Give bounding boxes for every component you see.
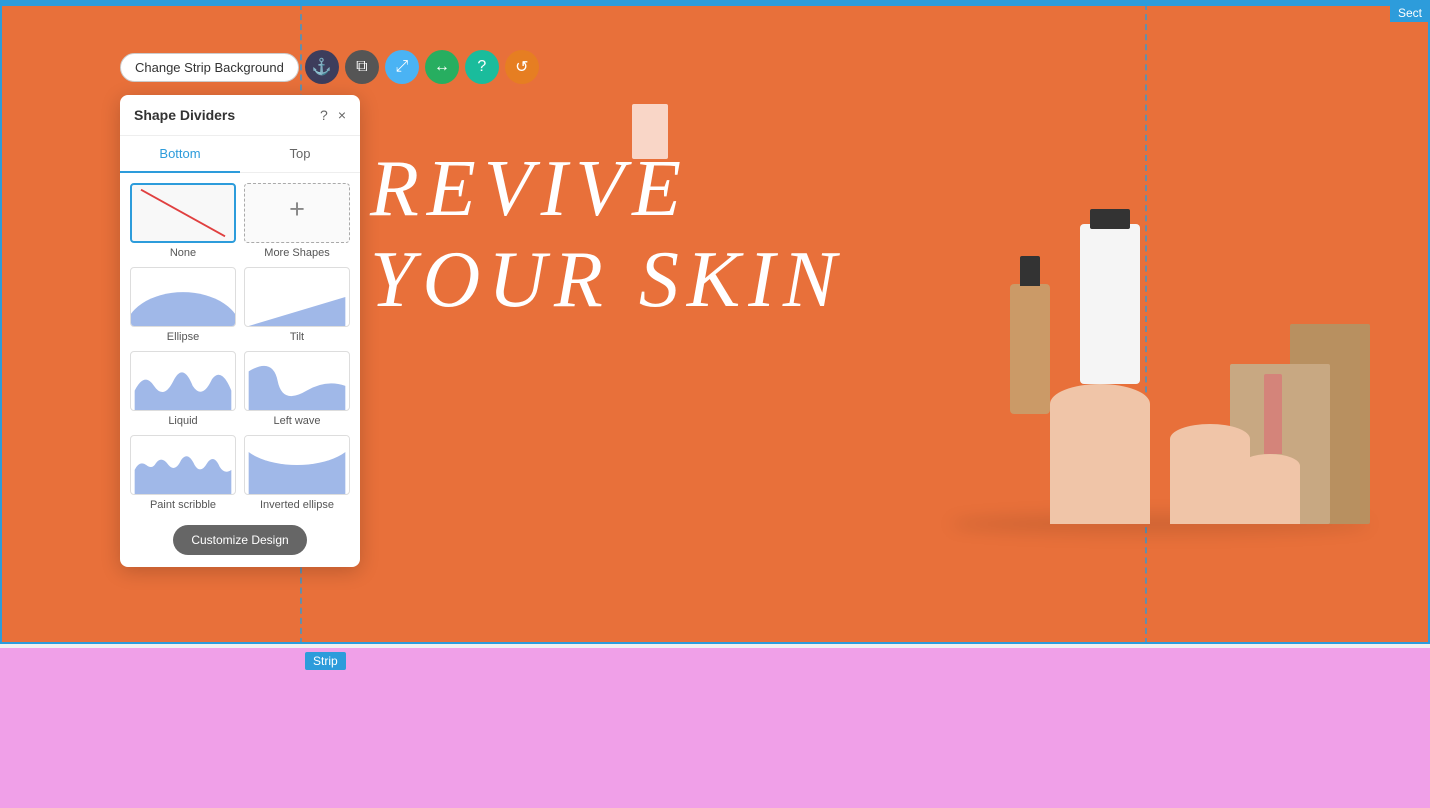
shape-label-ellipse: Ellipse (167, 331, 199, 343)
panel-tabs: Bottom Top (120, 136, 360, 173)
panel-header: Shape Dividers ? × (120, 95, 360, 136)
shape-none[interactable]: None (130, 183, 236, 259)
right-boundary-line (1145, 4, 1147, 644)
shape-inverted-ellipse[interactable]: Inverted ellipse (244, 435, 350, 511)
hero-line1: REVIVE (370, 144, 844, 235)
shape-preview-left-wave (244, 351, 350, 411)
svg-text:+: + (289, 194, 305, 224)
shape-tilt[interactable]: Tilt (244, 267, 350, 343)
shape-ellipse[interactable]: Ellipse (130, 267, 236, 343)
shape-grid: None + More Shapes Ellipse (120, 173, 360, 521)
resize-icon: ⤢ (395, 58, 408, 76)
top-border (0, 0, 1430, 4)
strip-label: Strip (305, 652, 346, 670)
panel-close-icon[interactable]: × (338, 107, 346, 123)
anchor-icon: ⚓ (312, 57, 332, 77)
refresh-button[interactable]: ↺ (505, 50, 539, 84)
shape-preview-ellipse (130, 267, 236, 327)
hero-text: REVIVE YOUR SKIN (370, 144, 844, 326)
help-icon: ? (477, 58, 486, 76)
pink-section (0, 648, 1430, 808)
shape-label-inverted-ellipse: Inverted ellipse (260, 499, 334, 511)
shape-label-liquid: Liquid (168, 415, 197, 427)
shape-label-tilt: Tilt (290, 331, 304, 343)
help-button[interactable]: ? (465, 50, 499, 84)
panel-header-icons: ? × (320, 107, 346, 123)
shape-label-paint-scribble: Paint scribble (150, 499, 216, 511)
section-label: Sect (1390, 4, 1430, 22)
hero-line2: YOUR SKIN (370, 235, 844, 326)
tab-top[interactable]: Top (240, 136, 360, 172)
shape-paint-scribble[interactable]: Paint scribble (130, 435, 236, 511)
dropper-bottle (1010, 284, 1050, 414)
shape-preview-liquid (130, 351, 236, 411)
customize-design-button[interactable]: Customize Design (173, 525, 306, 555)
shape-dividers-panel: Shape Dividers ? × Bottom Top None (120, 95, 360, 567)
shape-preview-paint-scribble (130, 435, 236, 495)
shape-label-left-wave: Left wave (273, 415, 320, 427)
resize-button[interactable]: ⤢ (385, 50, 419, 84)
copy-icon: ⧉ (356, 58, 367, 76)
link-button[interactable]: ↔ (425, 50, 459, 84)
pump-bottle (1080, 224, 1140, 384)
shape-preview-tilt (244, 267, 350, 327)
tab-bottom[interactable]: Bottom (120, 136, 240, 173)
change-background-button[interactable]: Change Strip Background (120, 53, 299, 82)
cylinder-small (1240, 454, 1300, 524)
dropper-top (1020, 256, 1040, 286)
shape-preview-inverted-ellipse (244, 435, 350, 495)
shape-preview-more: + (244, 183, 350, 243)
cylinder-medium (1170, 424, 1250, 524)
link-icon: ↔ (434, 58, 450, 76)
panel-title: Shape Dividers (134, 107, 235, 123)
cylinder-large (1050, 384, 1150, 524)
shape-more[interactable]: + More Shapes (244, 183, 350, 259)
dropper-label (632, 104, 668, 159)
shape-left-wave[interactable]: Left wave (244, 351, 350, 427)
anchor-button[interactable]: ⚓ (305, 50, 339, 84)
copy-button[interactable]: ⧉ (345, 50, 379, 84)
panel-help-icon[interactable]: ? (320, 107, 328, 123)
shape-label-none: None (170, 247, 196, 259)
toolbar: Change Strip Background ⚓ ⧉ ⤢ ↔ ? ↺ (120, 50, 539, 84)
shape-label-more: More Shapes (264, 247, 329, 259)
shape-liquid[interactable]: Liquid (130, 351, 236, 427)
refresh-icon: ↺ (515, 57, 528, 77)
lipstick (1264, 374, 1282, 454)
shape-preview-none (130, 183, 236, 243)
pump-head (1090, 209, 1130, 229)
